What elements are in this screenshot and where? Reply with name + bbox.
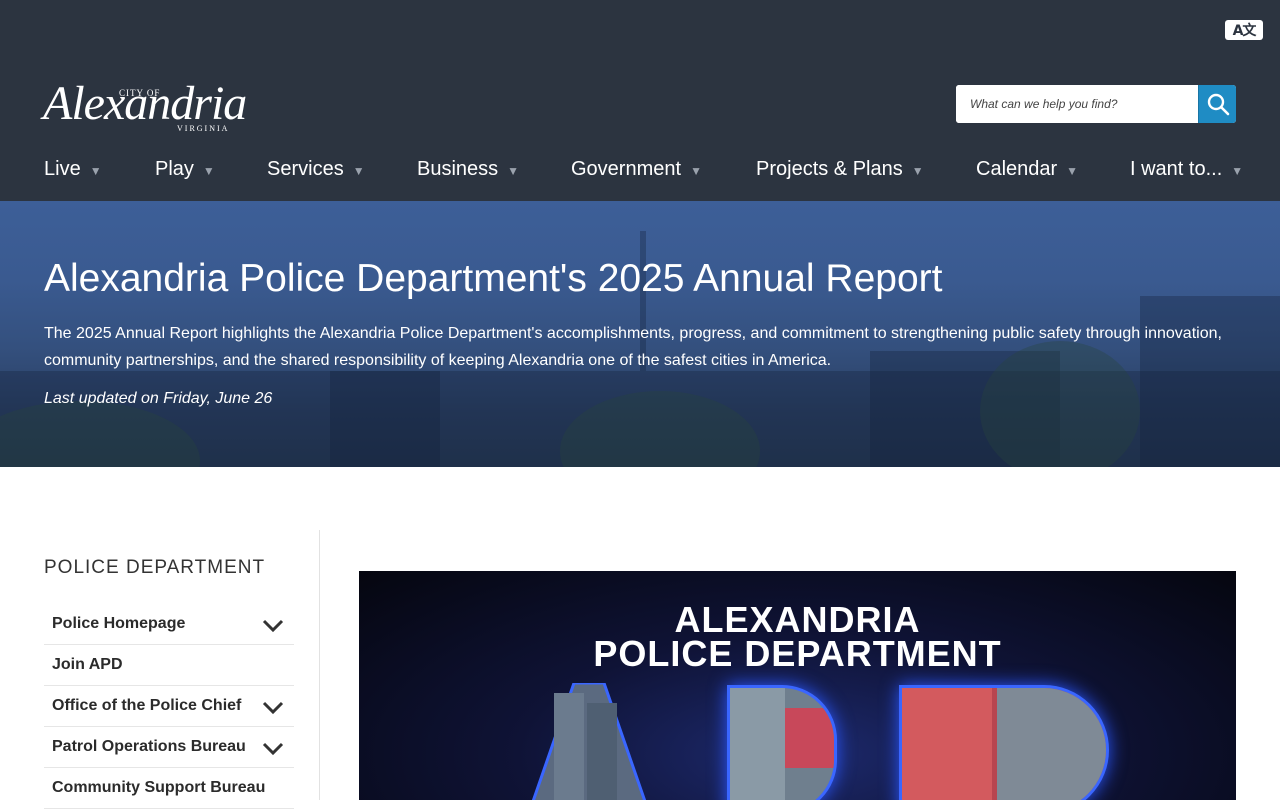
site-search — [956, 85, 1236, 123]
letter-p-graphic — [727, 685, 837, 800]
main-nav: Live ▼ Play ▼ Services ▼ Business ▼ Governme… — [44, 158, 1243, 182]
nav-item-government[interactable]: Government ▼ — [571, 158, 702, 181]
caret-down-icon: ▼ — [1231, 163, 1244, 178]
annual-report-cover-image: ALEXANDRIA POLICE DEPARTMENT — [359, 571, 1236, 800]
sidebar-item-label: Patrol Operations Bureau — [52, 738, 246, 755]
logo-name: Alexandria — [43, 77, 247, 130]
nav-label: I want to... — [1130, 158, 1223, 180]
cover-title-line2: POLICE DEPARTMENT — [593, 633, 1002, 674]
nav-item-calendar[interactable]: Calendar ▼ — [976, 158, 1078, 181]
photo-tile — [997, 688, 1106, 800]
chevron-down-icon[interactable] — [262, 698, 284, 716]
hero-banner: Alexandria Police Department's 2025 Annu… — [0, 201, 1280, 467]
nav-label: Calendar — [976, 158, 1058, 180]
search-button[interactable] — [1198, 85, 1236, 123]
nav-item-projects-plans[interactable]: Projects & Plans ▼ — [756, 158, 924, 181]
chevron-down-icon[interactable] — [262, 616, 284, 634]
logo-state: VIRGINIA — [177, 124, 230, 133]
nav-label: Government — [571, 158, 682, 180]
caret-down-icon: ▼ — [690, 163, 702, 178]
nav-item-business[interactable]: Business ▼ — [417, 158, 519, 181]
last-updated: Last updated on Friday, June 26 — [44, 390, 273, 407]
caret-down-icon: ▼ — [1066, 163, 1079, 178]
sidebar-item-community-support-bureau[interactable]: Community Support Bureau — [44, 768, 294, 809]
sidebar-item-police-homepage[interactable]: Police Homepage — [44, 604, 294, 645]
sidebar-item-label: Join APD — [52, 656, 123, 673]
nav-item-services[interactable]: Services ▼ — [267, 158, 365, 181]
search-icon — [1207, 93, 1229, 116]
page-title: Alexandria Police Department's 2025 Annu… — [44, 257, 943, 300]
site-header: A文 Alexandria CITY OF VIRGINIA Live ▼ Pla… — [0, 0, 1280, 201]
translate-button[interactable]: A文 — [1225, 20, 1263, 40]
sidebar-item-label: Community Support Bureau — [52, 779, 266, 796]
sidebar-item-label: Office of the Police Chief — [52, 697, 242, 714]
nav-item-live[interactable]: Live ▼ — [44, 158, 102, 181]
sidebar-nav: Police Homepage Join APD Office of the P… — [44, 604, 294, 809]
logo-city-of: CITY OF — [119, 88, 161, 98]
caret-down-icon: ▼ — [507, 163, 520, 178]
caret-down-icon: ▼ — [352, 163, 365, 178]
letter-a-graphic — [531, 683, 647, 800]
city-logo[interactable]: Alexandria CITY OF VIRGINIA — [43, 66, 247, 142]
caret-down-icon: ▼ — [202, 163, 215, 178]
section-sidebar: POLICE DEPARTMENT Police Homepage Join A… — [44, 530, 320, 809]
nav-item-play[interactable]: Play ▼ — [155, 158, 215, 181]
nav-item-i-want-to[interactable]: I want to... ▼ — [1130, 158, 1243, 181]
nav-label: Play — [155, 158, 194, 180]
sidebar-title: POLICE DEPARTMENT — [44, 557, 266, 578]
caret-down-icon: ▼ — [911, 163, 924, 178]
search-input[interactable] — [956, 85, 1198, 123]
page-description: The 2025 Annual Report highlights the Al… — [44, 325, 1222, 369]
photo-tile — [730, 688, 785, 800]
nav-label: Live — [44, 158, 81, 180]
sidebar-item-label: Police Homepage — [52, 615, 186, 632]
chevron-down-icon[interactable] — [262, 739, 284, 757]
caret-down-icon: ▼ — [89, 163, 102, 178]
nav-label: Projects & Plans — [756, 158, 903, 180]
letter-d-graphic — [899, 685, 1109, 800]
sidebar-item-office-of-police-chief[interactable]: Office of the Police Chief — [44, 686, 294, 727]
skyline-decoration — [330, 371, 440, 467]
sidebar-item-join-apd[interactable]: Join APD — [44, 645, 294, 686]
photo-tile — [902, 688, 992, 800]
nav-label: Services — [267, 158, 344, 180]
photo-tile — [785, 708, 834, 768]
sidebar-item-patrol-operations-bureau[interactable]: Patrol Operations Bureau — [44, 727, 294, 768]
nav-label: Business — [417, 158, 499, 180]
